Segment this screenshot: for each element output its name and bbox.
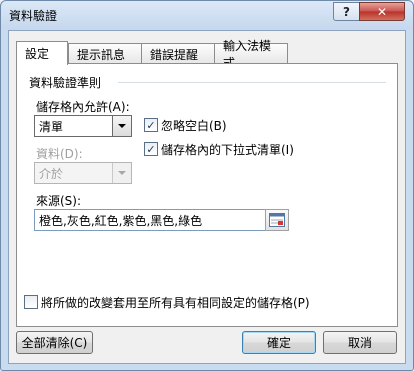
collapse-dialog-icon [269,213,285,227]
source-input-value: 橙色,灰色,紅色,紫色,黑色,綠色 [39,213,203,228]
ignore-blank-checkbox[interactable]: ✓ [144,118,158,132]
dialog-window: 資料驗證 ? ✕ 設定 提示訊息 錯誤提醒 輸入法模式 資料驗證準則 儲存格內允… [0,0,414,371]
chevron-down-icon[interactable] [112,116,131,136]
settings-panel: 資料驗證準則 儲存格內允許(A): 清單 ✓ 忽略空白(B) ✓ 儲存格內的下拉… [16,63,398,327]
checkmark-icon: ✓ [146,142,156,156]
cancel-button[interactable]: 取消 [323,331,397,354]
tab-input-message[interactable]: 提示訊息 [68,43,142,64]
range-select-button[interactable] [265,209,289,231]
source-label: 來源(S): [36,194,82,208]
criteria-group-label: 資料驗證準則 [29,76,102,90]
tab-settings[interactable]: 設定 [16,41,68,65]
tab-settings-label: 設定 [25,47,50,61]
tab-error-alert[interactable]: 錯誤提醒 [141,43,215,64]
allow-select-value: 清單 [39,119,64,134]
chevron-down-icon [112,163,131,183]
tab-ime-mode[interactable]: 輸入法模式 [214,39,288,70]
tab-error-alert-label: 錯誤提醒 [150,47,199,62]
checkmark-icon: ✓ [146,118,156,132]
data-select: 介於 [34,162,132,184]
data-label: 資料(D): [36,147,83,161]
dialog-body: 設定 提示訊息 錯誤提醒 輸入法模式 資料驗證準則 儲存格內允許(A): 清單 … [8,30,406,364]
tab-input-message-label: 提示訊息 [77,47,126,62]
help-button[interactable]: ? [333,2,360,21]
allow-label: 儲存格內允許(A): [36,100,130,114]
window-title: 資料驗證 [9,9,58,23]
title-bar: 資料驗證 ? ✕ [1,1,413,29]
in-cell-dropdown-checkbox[interactable]: ✓ [144,142,158,156]
group-divider [118,82,386,83]
apply-all-checkbox[interactable] [24,295,38,309]
data-select-value: 介於 [39,166,64,181]
allow-select[interactable]: 清單 [34,115,132,137]
in-cell-dropdown-label: 儲存格內的下拉式清單(I) [161,143,294,157]
ignore-blank-label: 忽略空白(B) [161,119,227,133]
source-input[interactable]: 橙色,灰色,紅色,紫色,黑色,綠色 [34,209,287,231]
apply-all-label: 將所做的改變套用至所有具有相同設定的儲存格(P) [41,296,310,310]
ok-button[interactable]: 確定 [242,331,316,354]
close-button[interactable]: ✕ [359,2,405,21]
clear-all-button[interactable]: 全部清除(C) [16,331,93,354]
